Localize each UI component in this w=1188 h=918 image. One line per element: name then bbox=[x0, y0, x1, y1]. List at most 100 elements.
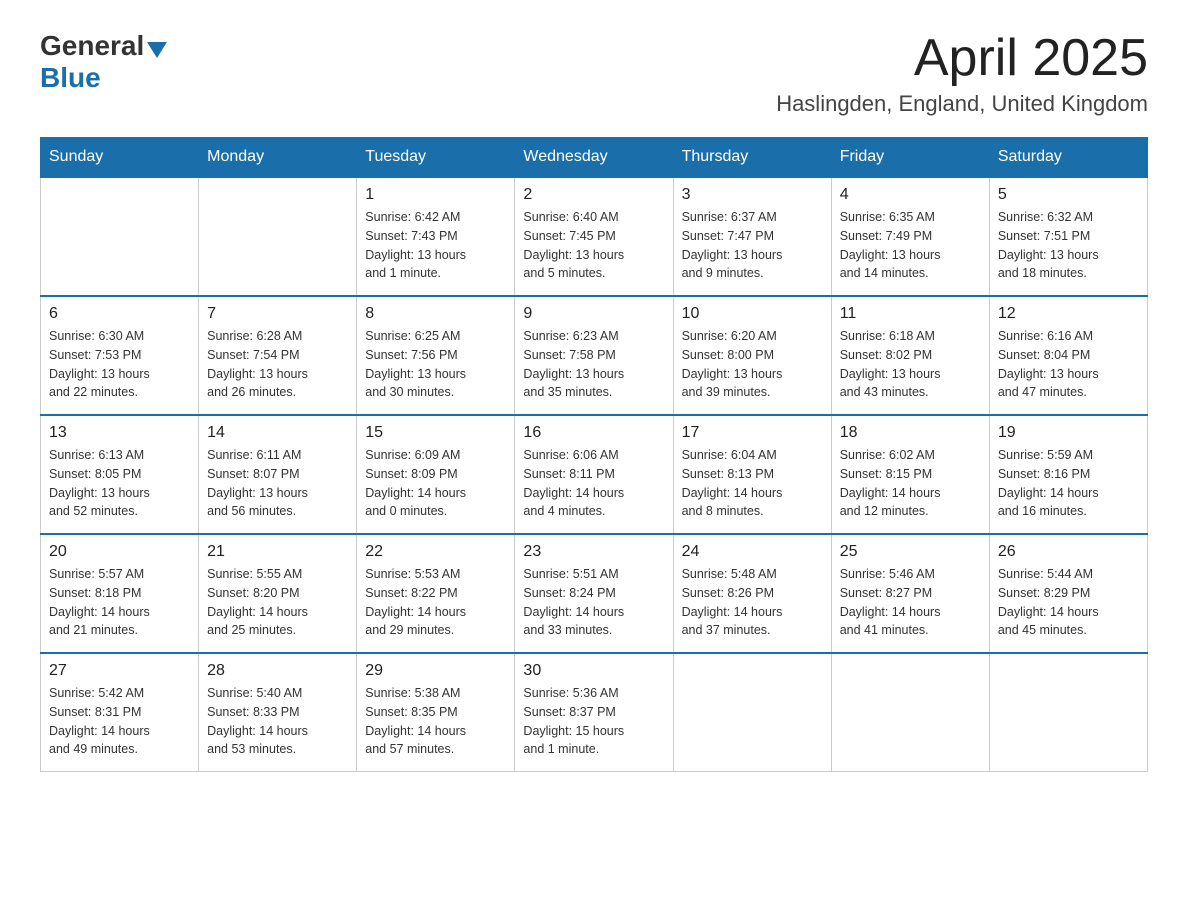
calendar-cell: 9 Sunrise: 6:23 AM Sunset: 7:58 PM Daylig… bbox=[515, 296, 673, 415]
day-number: 22 bbox=[365, 543, 506, 561]
day-info: Sunrise: 6:23 AM Sunset: 7:58 PM Dayligh… bbox=[523, 327, 664, 402]
day-of-week-header: Saturday bbox=[989, 138, 1147, 178]
title-area: April 2025 Haslingden, England, United K… bbox=[776, 30, 1148, 117]
day-info: Sunrise: 6:02 AM Sunset: 8:15 PM Dayligh… bbox=[840, 446, 981, 521]
calendar-cell: 2 Sunrise: 6:40 AM Sunset: 7:45 PM Daylig… bbox=[515, 177, 673, 296]
day-number: 30 bbox=[523, 662, 664, 680]
day-info: Sunrise: 5:36 AM Sunset: 8:37 PM Dayligh… bbox=[523, 684, 664, 759]
calendar-cell: 4 Sunrise: 6:35 AM Sunset: 7:49 PM Daylig… bbox=[831, 177, 989, 296]
day-info: Sunrise: 6:42 AM Sunset: 7:43 PM Dayligh… bbox=[365, 208, 506, 283]
calendar-cell: 8 Sunrise: 6:25 AM Sunset: 7:56 PM Daylig… bbox=[357, 296, 515, 415]
day-of-week-header: Monday bbox=[199, 138, 357, 178]
day-number: 15 bbox=[365, 424, 506, 442]
calendar-cell: 13Sunrise: 6:13 AM Sunset: 8:05 PM Dayli… bbox=[41, 415, 199, 534]
calendar-cell: 24Sunrise: 5:48 AM Sunset: 8:26 PM Dayli… bbox=[673, 534, 831, 653]
calendar-cell: 3 Sunrise: 6:37 AM Sunset: 7:47 PM Daylig… bbox=[673, 177, 831, 296]
day-info: Sunrise: 6:06 AM Sunset: 8:11 PM Dayligh… bbox=[523, 446, 664, 521]
day-of-week-header: Thursday bbox=[673, 138, 831, 178]
calendar-cell: 22 Sunrise: 5:53 AM Sunset: 8:22 PM Dayli… bbox=[357, 534, 515, 653]
calendar-week-row: 27Sunrise: 5:42 AM Sunset: 8:31 PM Dayli… bbox=[41, 653, 1148, 772]
day-number: 1 bbox=[365, 186, 506, 204]
day-info: Sunrise: 6:18 AM Sunset: 8:02 PM Dayligh… bbox=[840, 327, 981, 402]
logo: General Blue bbox=[40, 30, 167, 94]
calendar-cell: 28 Sunrise: 5:40 AM Sunset: 8:33 PM Dayli… bbox=[199, 653, 357, 772]
day-info: Sunrise: 5:55 AM Sunset: 8:20 PM Dayligh… bbox=[207, 565, 348, 640]
day-number: 6 bbox=[49, 305, 190, 323]
calendar-cell bbox=[673, 653, 831, 772]
day-info: Sunrise: 6:13 AM Sunset: 8:05 PM Dayligh… bbox=[49, 446, 190, 521]
day-number: 20 bbox=[49, 543, 190, 561]
day-of-week-header: Wednesday bbox=[515, 138, 673, 178]
calendar-cell: 15Sunrise: 6:09 AM Sunset: 8:09 PM Dayli… bbox=[357, 415, 515, 534]
calendar-header-row: SundayMondayTuesdayWednesdayThursdayFrid… bbox=[41, 138, 1148, 178]
calendar-cell bbox=[989, 653, 1147, 772]
calendar-week-row: 20 Sunrise: 5:57 AM Sunset: 8:18 PM Dayli… bbox=[41, 534, 1148, 653]
calendar-cell: 30 Sunrise: 5:36 AM Sunset: 8:37 PM Dayli… bbox=[515, 653, 673, 772]
day-number: 28 bbox=[207, 662, 348, 680]
day-number: 3 bbox=[682, 186, 823, 204]
day-info: Sunrise: 6:20 AM Sunset: 8:00 PM Dayligh… bbox=[682, 327, 823, 402]
day-info: Sunrise: 5:40 AM Sunset: 8:33 PM Dayligh… bbox=[207, 684, 348, 759]
day-of-week-header: Friday bbox=[831, 138, 989, 178]
day-info: Sunrise: 5:57 AM Sunset: 8:18 PM Dayligh… bbox=[49, 565, 190, 640]
month-title: April 2025 bbox=[776, 30, 1148, 87]
calendar-cell: 18Sunrise: 6:02 AM Sunset: 8:15 PM Dayli… bbox=[831, 415, 989, 534]
day-info: Sunrise: 6:16 AM Sunset: 8:04 PM Dayligh… bbox=[998, 327, 1139, 402]
calendar-cell: 25Sunrise: 5:46 AM Sunset: 8:27 PM Dayli… bbox=[831, 534, 989, 653]
day-info: Sunrise: 5:59 AM Sunset: 8:16 PM Dayligh… bbox=[998, 446, 1139, 521]
day-info: Sunrise: 5:38 AM Sunset: 8:35 PM Dayligh… bbox=[365, 684, 506, 759]
day-number: 19 bbox=[998, 424, 1139, 442]
day-number: 10 bbox=[682, 305, 823, 323]
day-info: Sunrise: 6:30 AM Sunset: 7:53 PM Dayligh… bbox=[49, 327, 190, 402]
day-number: 25 bbox=[840, 543, 981, 561]
day-info: Sunrise: 5:44 AM Sunset: 8:29 PM Dayligh… bbox=[998, 565, 1139, 640]
page-header: General Blue April 2025 Haslingden, Engl… bbox=[40, 30, 1148, 117]
day-info: Sunrise: 6:35 AM Sunset: 7:49 PM Dayligh… bbox=[840, 208, 981, 283]
calendar-week-row: 6 Sunrise: 6:30 AM Sunset: 7:53 PM Daylig… bbox=[41, 296, 1148, 415]
day-number: 17 bbox=[682, 424, 823, 442]
calendar-cell: 17 Sunrise: 6:04 AM Sunset: 8:13 PM Dayli… bbox=[673, 415, 831, 534]
calendar-cell: 12Sunrise: 6:16 AM Sunset: 8:04 PM Dayli… bbox=[989, 296, 1147, 415]
day-number: 7 bbox=[207, 305, 348, 323]
day-number: 14 bbox=[207, 424, 348, 442]
day-number: 23 bbox=[523, 543, 664, 561]
calendar-cell: 19 Sunrise: 5:59 AM Sunset: 8:16 PM Dayli… bbox=[989, 415, 1147, 534]
calendar-cell: 10 Sunrise: 6:20 AM Sunset: 8:00 PM Dayli… bbox=[673, 296, 831, 415]
day-info: Sunrise: 6:25 AM Sunset: 7:56 PM Dayligh… bbox=[365, 327, 506, 402]
day-number: 9 bbox=[523, 305, 664, 323]
calendar-cell: 26Sunrise: 5:44 AM Sunset: 8:29 PM Dayli… bbox=[989, 534, 1147, 653]
day-number: 8 bbox=[365, 305, 506, 323]
day-info: Sunrise: 6:28 AM Sunset: 7:54 PM Dayligh… bbox=[207, 327, 348, 402]
logo-blue-text: Blue bbox=[40, 62, 101, 93]
day-number: 11 bbox=[840, 305, 981, 323]
calendar-cell bbox=[41, 177, 199, 296]
day-of-week-header: Sunday bbox=[41, 138, 199, 178]
day-info: Sunrise: 6:37 AM Sunset: 7:47 PM Dayligh… bbox=[682, 208, 823, 283]
day-info: Sunrise: 6:40 AM Sunset: 7:45 PM Dayligh… bbox=[523, 208, 664, 283]
calendar-cell: 6 Sunrise: 6:30 AM Sunset: 7:53 PM Daylig… bbox=[41, 296, 199, 415]
day-info: Sunrise: 5:51 AM Sunset: 8:24 PM Dayligh… bbox=[523, 565, 664, 640]
calendar-cell: 21 Sunrise: 5:55 AM Sunset: 8:20 PM Dayli… bbox=[199, 534, 357, 653]
calendar-cell: 29 Sunrise: 5:38 AM Sunset: 8:35 PM Dayli… bbox=[357, 653, 515, 772]
calendar-cell: 14 Sunrise: 6:11 AM Sunset: 8:07 PM Dayli… bbox=[199, 415, 357, 534]
calendar-cell: 27Sunrise: 5:42 AM Sunset: 8:31 PM Dayli… bbox=[41, 653, 199, 772]
day-of-week-header: Tuesday bbox=[357, 138, 515, 178]
calendar-week-row: 13Sunrise: 6:13 AM Sunset: 8:05 PM Dayli… bbox=[41, 415, 1148, 534]
day-info: Sunrise: 5:53 AM Sunset: 8:22 PM Dayligh… bbox=[365, 565, 506, 640]
calendar-cell: 23 Sunrise: 5:51 AM Sunset: 8:24 PM Dayli… bbox=[515, 534, 673, 653]
day-number: 4 bbox=[840, 186, 981, 204]
day-info: Sunrise: 6:11 AM Sunset: 8:07 PM Dayligh… bbox=[207, 446, 348, 521]
day-info: Sunrise: 5:42 AM Sunset: 8:31 PM Dayligh… bbox=[49, 684, 190, 759]
day-number: 24 bbox=[682, 543, 823, 561]
day-info: Sunrise: 6:04 AM Sunset: 8:13 PM Dayligh… bbox=[682, 446, 823, 521]
calendar-cell bbox=[199, 177, 357, 296]
day-number: 29 bbox=[365, 662, 506, 680]
day-number: 5 bbox=[998, 186, 1139, 204]
calendar-cell: 5 Sunrise: 6:32 AM Sunset: 7:51 PM Daylig… bbox=[989, 177, 1147, 296]
day-info: Sunrise: 6:32 AM Sunset: 7:51 PM Dayligh… bbox=[998, 208, 1139, 283]
day-number: 16 bbox=[523, 424, 664, 442]
logo-general-text: General bbox=[40, 30, 144, 62]
day-number: 2 bbox=[523, 186, 664, 204]
location-subtitle: Haslingden, England, United Kingdom bbox=[776, 91, 1148, 117]
day-number: 21 bbox=[207, 543, 348, 561]
